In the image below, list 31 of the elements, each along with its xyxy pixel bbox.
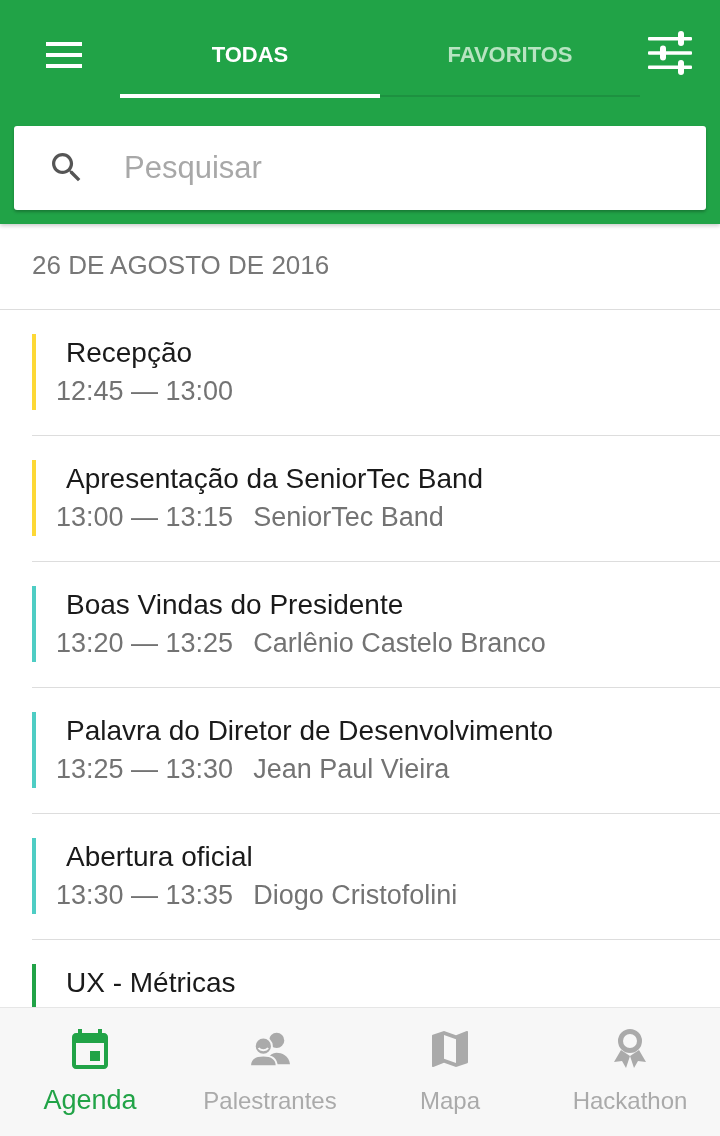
speaker-name: Carlênio Castelo Branco: [253, 627, 546, 660]
calendar-icon: [72, 1029, 108, 1069]
search-field[interactable]: Pesquisar: [124, 138, 686, 198]
nav-tab[interactable]: Hackathon: [540, 1008, 720, 1136]
speaker-name: SeniorTec Band: [253, 501, 444, 534]
speaker-name: Diogo Cristofolini: [253, 879, 458, 912]
event-title: Apresentação da SeniorTec Band: [66, 462, 484, 496]
search-icon: [52, 153, 82, 183]
event-title: Boas Vindas do Presidente: [66, 588, 404, 622]
nav-tab[interactable]: Agenda: [0, 1008, 180, 1136]
date-header: 26 DE AGOSTO DE 2016: [32, 249, 330, 282]
event-title: Abertura oficial: [66, 840, 253, 874]
people-icon: [250, 1031, 290, 1067]
event-time: 13:25 — 13:30: [56, 753, 234, 786]
event-title: Palavra do Diretor de Desenvolvimento: [66, 714, 554, 748]
event-time: 13:00 — 13:15: [56, 501, 234, 534]
menu-icon[interactable]: [46, 42, 82, 68]
event-time: 12:45 — 13:00: [56, 375, 234, 408]
search-bar[interactable]: Pesquisar: [14, 126, 706, 210]
award-ribbon-icon: [612, 1028, 648, 1070]
map-icon: [432, 1031, 468, 1067]
event-time: 13:20 — 13:25: [56, 627, 234, 660]
nav-tab[interactable]: Palestrantes: [180, 1008, 360, 1136]
tab[interactable]: TODAS: [120, 0, 380, 100]
event-title: Recepção: [66, 336, 193, 370]
event-title: UX - Métricas: [66, 966, 236, 1000]
tab[interactable]: FAVORITOS: [380, 0, 640, 100]
speaker-name: Jean Paul Vieira: [253, 753, 450, 786]
event-time: 13:30 — 13:35: [56, 879, 234, 912]
filter-settings-icon[interactable]: [648, 30, 692, 75]
nav-tab[interactable]: Mapa: [360, 1008, 540, 1136]
